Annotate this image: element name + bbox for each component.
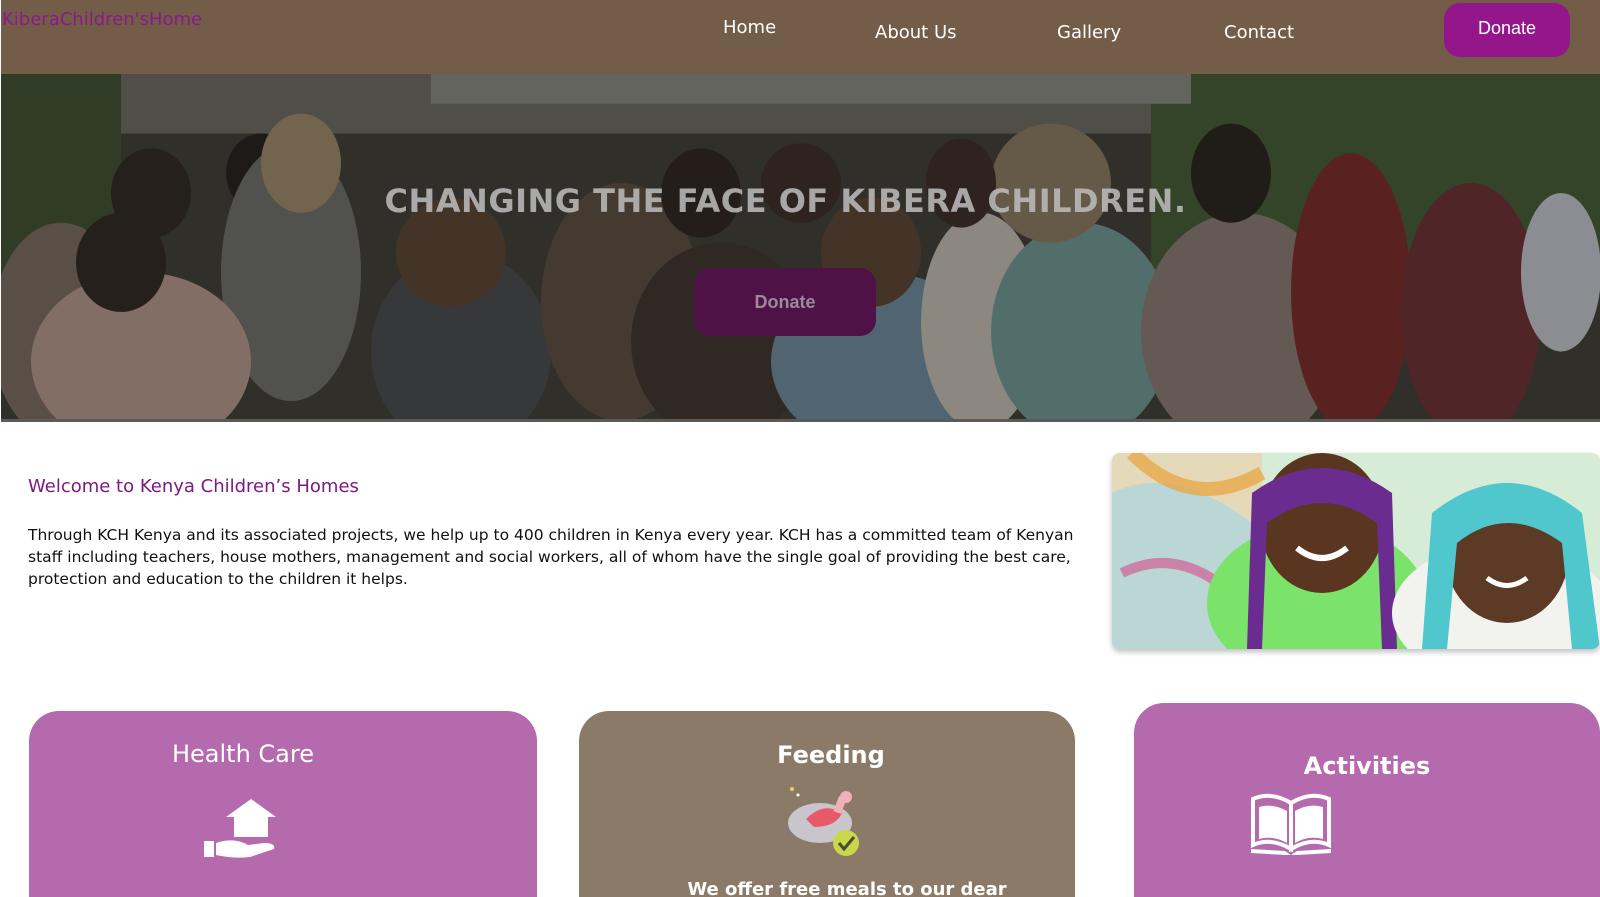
hero-crowd-photo	[1, 74, 1600, 419]
feeding-title: Feeding	[777, 741, 885, 769]
hero-title: CHANGING THE FACE OF KIBERA CHILDREN.	[384, 182, 1187, 220]
health-care-title: Health Care	[171, 740, 314, 768]
health-care-card[interactable]: Health Care	[29, 711, 537, 897]
feeding-card[interactable]: Feeding We offer free meals to our dear	[579, 711, 1075, 897]
nav-link-contact[interactable]: Contact	[1224, 22, 1294, 43]
nav-link-gallery[interactable]: Gallery	[1057, 22, 1121, 43]
nav-link-about-us[interactable]: About Us	[875, 22, 957, 43]
hero-banner: CHANGING THE FACE OF KIBERA CHILDREN. Do…	[1, 74, 1600, 422]
welcome-title: Welcome to Kenya Children’s Homes	[28, 476, 359, 497]
activities-card[interactable]: Activities	[1134, 703, 1600, 897]
activities-title: Activities	[1303, 752, 1431, 780]
open-book-icon	[1251, 793, 1331, 855]
feeding-text: We offer free meals to our dear	[687, 879, 1007, 897]
hero-donate-button[interactable]: Donate	[694, 268, 876, 336]
brand-logo-text[interactable]: KiberaChildren'sHome	[2, 9, 202, 30]
welcome-text: Through KCH Kenya and its associated pro…	[28, 526, 1074, 588]
meal-plate-icon	[786, 787, 859, 856]
children-smiling-photo	[1112, 453, 1600, 649]
nav-link-home[interactable]: Home	[723, 17, 776, 38]
nav-donate-button[interactable]: Donate	[1444, 3, 1570, 57]
hand-house-icon	[204, 799, 276, 858]
navbar: KiberaChildren'sHome Home About Us Galle…	[1, 0, 1600, 74]
